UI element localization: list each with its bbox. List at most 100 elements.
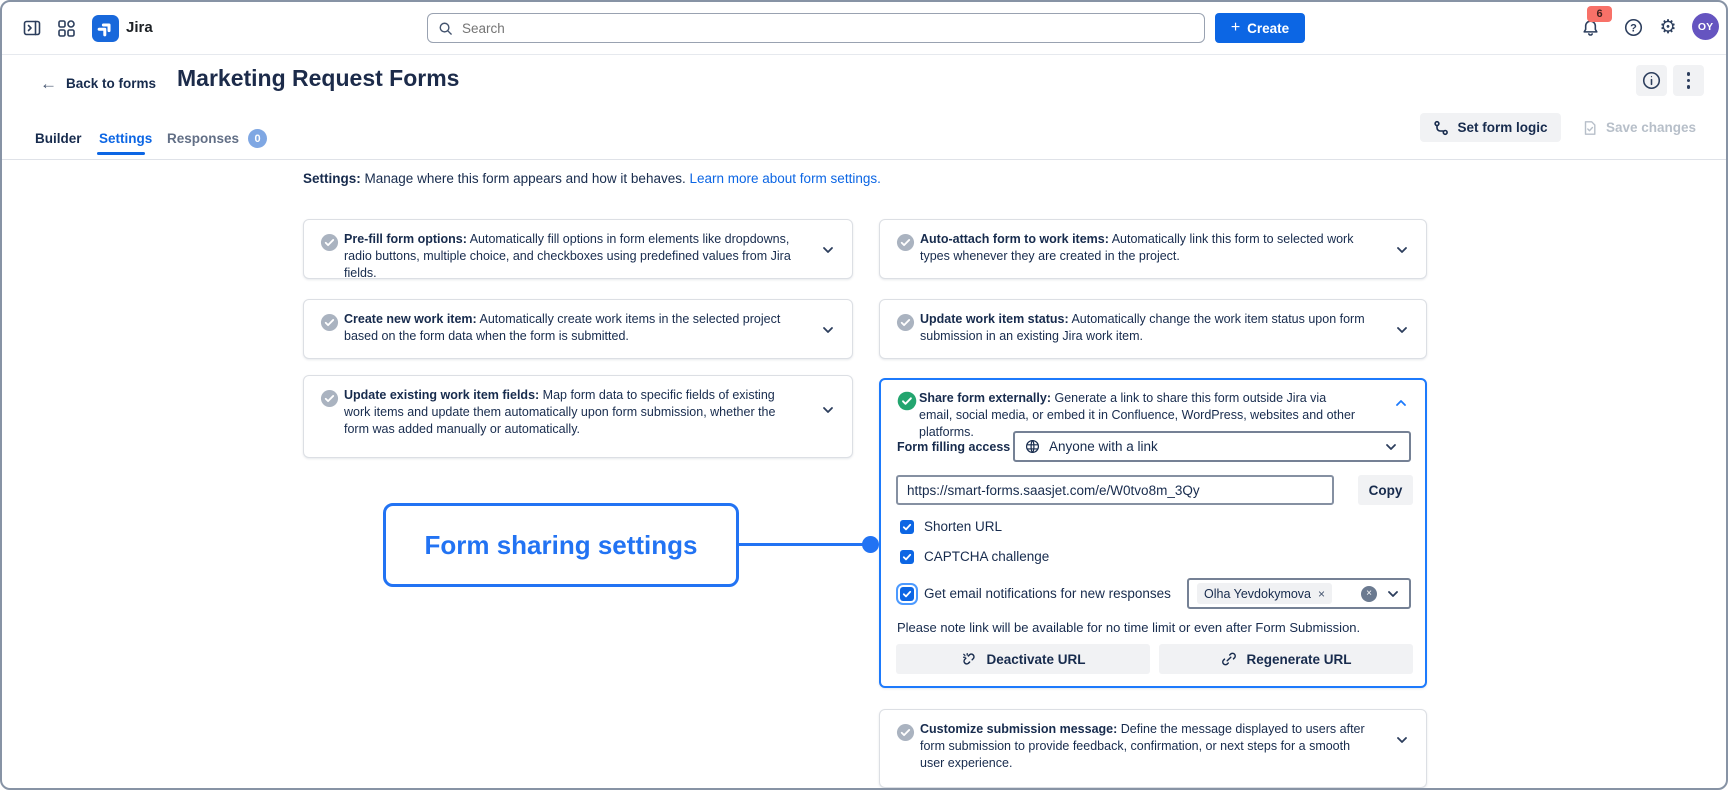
create-button-label: Create bbox=[1247, 21, 1289, 36]
chevron-down-icon[interactable] bbox=[820, 322, 836, 338]
save-changes-button[interactable]: Save changes bbox=[1582, 113, 1696, 142]
search-input[interactable] bbox=[460, 20, 1194, 37]
back-label: Back to forms bbox=[66, 76, 156, 91]
header-divider bbox=[2, 159, 1728, 160]
info-button[interactable] bbox=[1636, 65, 1667, 96]
remove-tag-icon[interactable]: × bbox=[1318, 587, 1325, 601]
intro-text: Manage where this form appears and how i… bbox=[365, 171, 686, 186]
save-changes-label: Save changes bbox=[1606, 120, 1696, 135]
callout-connector-dot bbox=[862, 536, 879, 553]
recipients-select[interactable]: Olha Yevdokymova × × bbox=[1187, 578, 1411, 609]
svg-text:?: ? bbox=[1630, 22, 1637, 34]
tab-responses[interactable]: Responses 0 bbox=[167, 129, 267, 148]
more-menu-button[interactable] bbox=[1673, 65, 1704, 96]
chevron-down-icon bbox=[1383, 439, 1399, 455]
topbar-divider bbox=[2, 54, 1728, 55]
set-form-logic-button[interactable]: Set form logic bbox=[1420, 113, 1561, 142]
link-availability-note: Please note link will be available for n… bbox=[897, 620, 1360, 635]
card-share-form-externally[interactable]: Share form externally: Generate a link t… bbox=[879, 378, 1427, 688]
chevron-down-icon[interactable] bbox=[820, 402, 836, 418]
check-circle-icon bbox=[320, 313, 339, 332]
card-title: Update work item status: bbox=[920, 312, 1069, 326]
card-create-work-item[interactable]: Create new work item: Automatically crea… bbox=[303, 299, 853, 359]
chevron-down-icon[interactable] bbox=[1385, 586, 1401, 602]
card-title: Update existing work item fields: bbox=[344, 388, 539, 402]
clear-all-icon[interactable]: × bbox=[1361, 586, 1377, 602]
create-button[interactable]: + Create bbox=[1215, 13, 1305, 43]
captcha-label: CAPTCHA challenge bbox=[924, 549, 1049, 564]
card-title: Pre-fill form options: bbox=[344, 232, 467, 246]
search-icon bbox=[438, 21, 453, 36]
green-check-circle-icon bbox=[897, 391, 917, 411]
broken-link-icon bbox=[960, 650, 978, 668]
settings-gear-icon[interactable]: ⚙ bbox=[1656, 15, 1680, 39]
branch-icon bbox=[1433, 120, 1449, 136]
shorten-url-label: Shorten URL bbox=[924, 519, 1002, 534]
card-submission-message[interactable]: Customize submission message: Define the… bbox=[879, 709, 1427, 788]
active-tab-underline bbox=[97, 152, 145, 155]
checkbox-checked-focused-icon[interactable] bbox=[900, 587, 914, 601]
card-title: Auto-attach form to work items: bbox=[920, 232, 1109, 246]
card-title: Share form externally: bbox=[919, 391, 1051, 405]
checkbox-checked-icon[interactable] bbox=[900, 520, 914, 534]
check-circle-icon bbox=[320, 233, 339, 252]
kebab-icon bbox=[1687, 72, 1691, 89]
share-url-input[interactable] bbox=[896, 475, 1334, 505]
chevron-down-icon[interactable] bbox=[820, 242, 836, 258]
page-title: Marketing Request Forms bbox=[177, 65, 459, 92]
notification-count-badge: 6 bbox=[1587, 6, 1612, 22]
tab-settings[interactable]: Settings bbox=[99, 131, 152, 146]
intro-lead: Settings: bbox=[303, 171, 361, 186]
card-title: Customize submission message: bbox=[920, 722, 1117, 736]
regenerate-url-button[interactable]: Regenerate URL bbox=[1159, 644, 1413, 674]
app-window: Jira + Create 6 ? ⚙ OY ← Back to forms M… bbox=[0, 0, 1728, 790]
email-notifications-option[interactable]: Get email notifications for new response… bbox=[900, 586, 1171, 601]
captcha-option[interactable]: CAPTCHA challenge bbox=[900, 549, 1049, 564]
deactivate-url-label: Deactivate URL bbox=[986, 652, 1085, 667]
plus-icon: + bbox=[1231, 20, 1240, 36]
form-filling-access-label: Form filling access bbox=[897, 440, 1010, 454]
app-switcher-icon[interactable] bbox=[54, 16, 78, 40]
copy-url-button[interactable]: Copy bbox=[1358, 475, 1413, 505]
shorten-url-option[interactable]: Shorten URL bbox=[900, 519, 1002, 534]
tab-builder[interactable]: Builder bbox=[35, 131, 82, 146]
settings-intro: Settings: Manage where this form appears… bbox=[303, 171, 881, 186]
chevron-down-icon[interactable] bbox=[1394, 242, 1410, 258]
back-to-forms-link[interactable]: ← Back to forms bbox=[40, 68, 156, 98]
doc-check-icon bbox=[1582, 120, 1598, 136]
search-bar[interactable] bbox=[427, 13, 1205, 43]
sidebar-toggle-icon[interactable] bbox=[20, 16, 44, 40]
checkbox-checked-icon[interactable] bbox=[900, 550, 914, 564]
callout-connector-line bbox=[737, 543, 867, 546]
recipient-tag: Olha Yevdokymova × bbox=[1197, 583, 1332, 604]
access-select-value: Anyone with a link bbox=[1049, 439, 1158, 454]
tab-responses-label: Responses bbox=[167, 131, 239, 146]
globe-icon bbox=[1025, 439, 1040, 454]
card-update-existing-fields[interactable]: Update existing work item fields: Map fo… bbox=[303, 375, 853, 458]
chevron-down-icon[interactable] bbox=[1394, 732, 1410, 748]
check-circle-icon bbox=[896, 723, 915, 742]
link-icon bbox=[1220, 650, 1238, 668]
responses-count-badge: 0 bbox=[248, 129, 267, 148]
deactivate-url-button[interactable]: Deactivate URL bbox=[896, 644, 1150, 674]
email-notifications-label: Get email notifications for new response… bbox=[924, 586, 1171, 601]
card-prefill-options[interactable]: Pre-fill form options: Automatically fil… bbox=[303, 219, 853, 279]
check-circle-icon bbox=[320, 389, 339, 408]
check-circle-icon bbox=[896, 313, 915, 332]
chevron-up-icon[interactable] bbox=[1393, 395, 1409, 411]
check-circle-icon bbox=[896, 233, 915, 252]
callout-box: Form sharing settings bbox=[383, 503, 739, 587]
user-avatar[interactable]: OY bbox=[1692, 13, 1719, 40]
jira-logo[interactable] bbox=[92, 15, 119, 42]
back-arrow-icon: ← bbox=[40, 75, 57, 92]
card-title: Create new work item: bbox=[344, 312, 477, 326]
recipient-name: Olha Yevdokymova bbox=[1204, 587, 1311, 601]
card-update-status[interactable]: Update work item status: Automatically c… bbox=[879, 299, 1427, 359]
learn-more-link[interactable]: Learn more about form settings. bbox=[689, 171, 880, 186]
callout-label: Form sharing settings bbox=[424, 530, 697, 561]
access-select[interactable]: Anyone with a link bbox=[1013, 431, 1411, 462]
card-auto-attach[interactable]: Auto-attach form to work items: Automati… bbox=[879, 219, 1427, 279]
regenerate-url-label: Regenerate URL bbox=[1246, 652, 1351, 667]
help-icon[interactable]: ? bbox=[1621, 15, 1645, 39]
chevron-down-icon[interactable] bbox=[1394, 322, 1410, 338]
